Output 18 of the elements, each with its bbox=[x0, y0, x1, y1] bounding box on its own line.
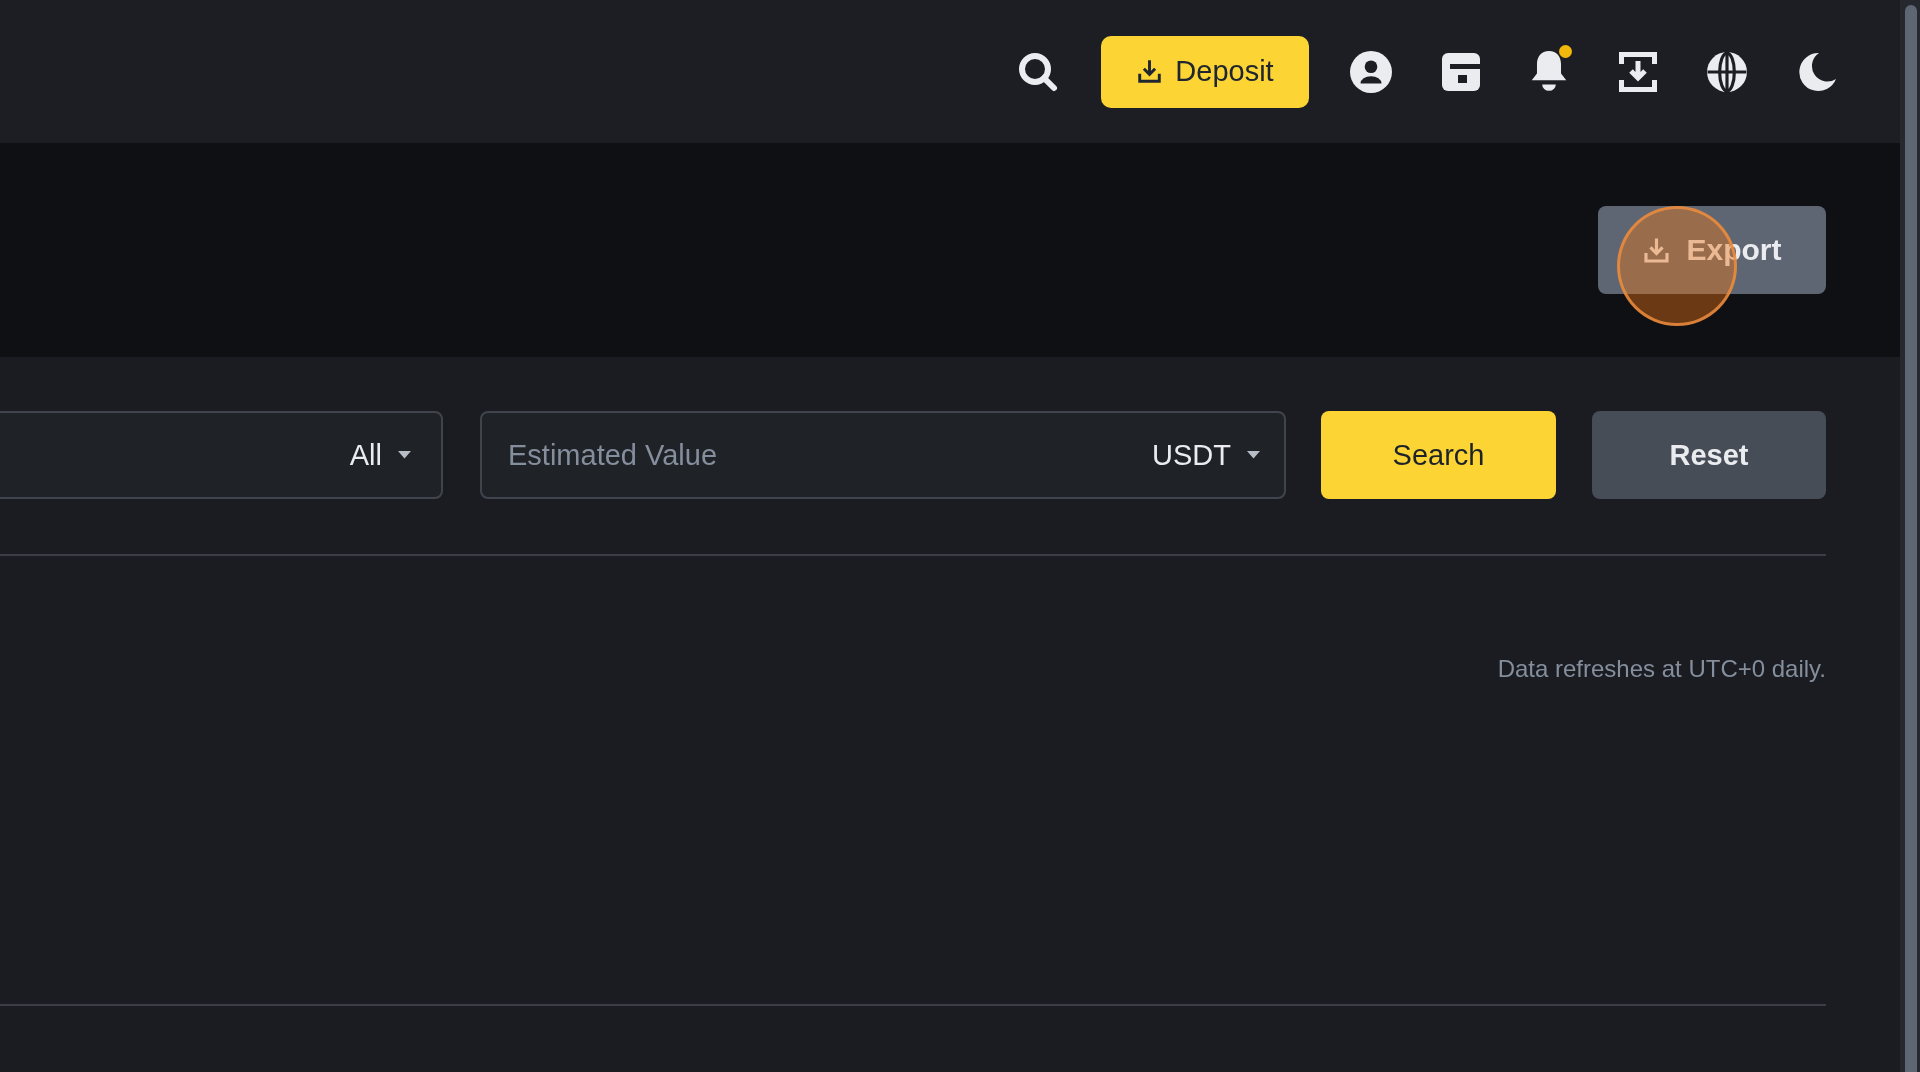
search-icon[interactable] bbox=[1017, 50, 1059, 93]
filter-dropdown[interactable]: All bbox=[0, 411, 443, 499]
user-icon[interactable] bbox=[1350, 50, 1392, 93]
search-button[interactable]: Search bbox=[1321, 411, 1556, 499]
value-input-field[interactable]: Estimated Value USDT bbox=[480, 411, 1286, 499]
wallet-icon[interactable] bbox=[1441, 51, 1481, 92]
caret-icon bbox=[1247, 451, 1260, 459]
currency-select[interactable]: USDT bbox=[1152, 438, 1260, 472]
download-box-icon[interactable] bbox=[1619, 51, 1657, 92]
deposit-button[interactable]: Deposit bbox=[1101, 35, 1309, 108]
refresh-note: Data refreshes at UTC+0 daily. bbox=[1496, 654, 1826, 684]
download-icon bbox=[1642, 235, 1672, 265]
caret-icon bbox=[398, 451, 411, 459]
moon-icon[interactable] bbox=[1797, 51, 1837, 92]
reset-button[interactable]: Reset bbox=[1592, 411, 1826, 499]
globe-icon[interactable] bbox=[1706, 50, 1748, 93]
scrollbar-thumb[interactable] bbox=[1905, 5, 1917, 1072]
download-icon bbox=[1136, 58, 1164, 85]
